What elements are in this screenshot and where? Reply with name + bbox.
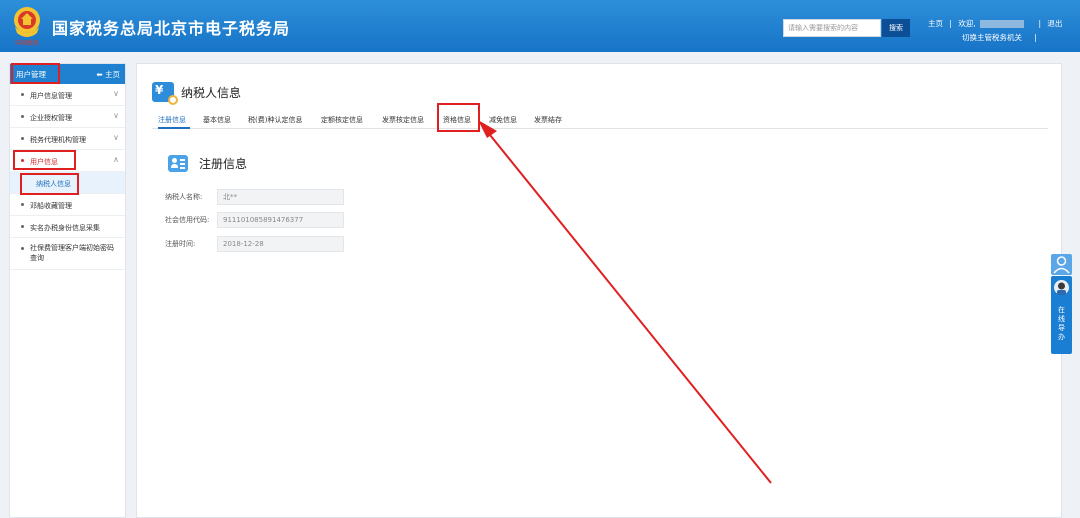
bullet-icon [21,115,24,118]
field-value: 2018-12-28 [217,236,344,252]
tab-invoice-balance[interactable]: 发票结存 [534,115,562,125]
top-header-bar: 中国税务 国家税务总局北京市电子税务局 请输入需要搜索的内容 搜索 主页 | 欢… [0,0,1080,52]
bullet-icon [21,203,24,206]
field-label: 纳税人名称: [165,193,203,201]
field-value: 北** [217,189,344,205]
search-input[interactable]: 请输入需要搜索的内容 [783,19,881,37]
section-title: 注册信息 [199,157,248,171]
tab-registration[interactable]: 注册信息 [158,115,186,125]
welcome-text: 欢迎, [958,19,976,28]
field-label: 注册时间: [165,240,196,248]
bullet-icon [21,93,24,96]
tab-invoice-approval[interactable]: 发票核定信息 [382,115,424,125]
sidebar-item-label: 社保费管理客户端初始密码查询 [30,244,114,262]
switch-org-link[interactable]: 切换主管税务机关 | [962,32,1037,43]
agent-avatar-icon [1054,280,1069,295]
emblem-text: 中国税务 [15,39,39,47]
tab-tax-type[interactable]: 税(费)种认定信息 [248,115,302,125]
sidebar-item-label: 企业授权管理 [30,114,72,122]
back-arrow-icon: ⬅ [96,70,103,79]
field-label: 社会信用代码: [165,216,210,224]
sidebar-item-user-info-mgmt[interactable]: 用户信息管理 ∨ [10,84,125,106]
tab-quota[interactable]: 定额核定信息 [321,115,363,125]
annotation-box-taxpayer-info [20,173,79,195]
tax-emblem-logo: 中国税务 [14,7,40,47]
person-outline-icon [1053,256,1070,274]
annotation-box-user-mgmt [11,63,60,84]
yen-icon: ¥ [155,83,164,97]
separator: | [1038,19,1042,28]
bullet-icon [21,137,24,140]
magnifier-icon [168,95,178,105]
sidebar: 用户管理 ⬅ 主页 用户信息管理 ∨ 企业授权管理 ∨ 税务代理机构管理 ∨ 用… [9,63,126,518]
tab-exemption[interactable]: 减免信息 [489,115,517,125]
masked-username [980,20,1025,28]
sidebar-item-label: 税务代理机构管理 [30,136,86,144]
sidebar-home-link[interactable]: ⬅ 主页 [96,69,120,80]
online-guide-label: 在线导办 [1058,306,1065,341]
separator: | [949,19,952,28]
annotation-box-qualification-tab [437,103,480,132]
sidebar-item-real-name[interactable]: 实名办税身份信息采集 [10,216,125,238]
chevron-down-icon: ∨ [113,133,119,142]
tab-basic[interactable]: 基本信息 [203,115,231,125]
page-title: 纳税人信息 [181,86,242,100]
sidebar-item-label: 邓船收藏管理 [30,202,72,210]
home-link[interactable]: 主页 [928,18,943,29]
sidebar-item-social-security[interactable]: 社保费管理客户端初始密码查询 [10,238,125,270]
chevron-up-icon: ∧ [113,155,119,164]
sidebar-item-tax-agency[interactable]: 税务代理机构管理 ∨ [10,128,125,150]
logout-link[interactable]: 退出 [1047,18,1062,29]
bullet-icon [21,225,24,228]
tax-info-icon: ¥ [152,82,178,105]
chevron-down-icon: ∨ [113,111,119,120]
sidebar-item-label: 实名办税身份信息采集 [30,224,100,232]
active-tab-indicator [158,127,190,129]
chevron-down-icon: ∨ [113,89,119,98]
main-panel: ¥ 纳税人信息 注册信息 基本信息 税(费)种认定信息 定额核定信息 发票核定信… [136,63,1062,518]
sidebar-item-enterprise-auth[interactable]: 企业授权管理 ∨ [10,106,125,128]
sidebar-item-label: 用户信息管理 [30,92,72,100]
online-help-toggle[interactable] [1051,254,1072,275]
top-links: 主页 | 欢迎, | 退出 [928,18,1062,29]
bullet-icon [21,247,24,250]
annotation-box-user-info [13,150,76,170]
site-title: 国家税务总局北京市电子税务局 [52,19,291,38]
online-guide-widget[interactable]: 在线导办 [1051,276,1072,354]
sidebar-item-favorites[interactable]: 邓船收藏管理 [10,194,125,216]
separator: | [1034,33,1037,42]
id-card-icon [168,155,188,172]
search-button[interactable]: 搜索 [882,19,910,37]
field-value: 911101085891476377 [217,212,344,228]
switch-org-label: 切换主管税务机关 [962,33,1022,42]
sidebar-home-label: 主页 [105,70,120,79]
tab-bar: 注册信息 基本信息 税(费)种认定信息 定额核定信息 发票核定信息 资格信息 减… [152,110,1048,129]
